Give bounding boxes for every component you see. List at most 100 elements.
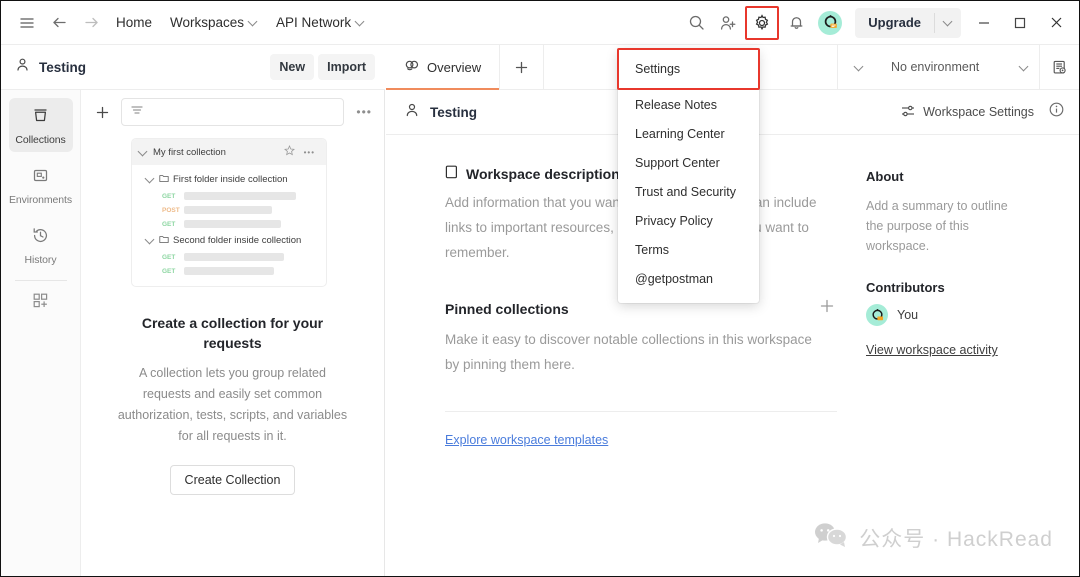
workspace-person-icon — [404, 102, 420, 123]
request-method: GET — [162, 267, 176, 275]
more-options-icon[interactable]: ••• — [352, 105, 376, 119]
back-arrow-icon[interactable] — [43, 7, 75, 39]
star-icon — [283, 144, 295, 159]
menu-item-support-center[interactable]: Support Center — [618, 149, 759, 178]
postman-app-window: Home Workspaces API Network Upgrade Test… — [0, 0, 1080, 577]
sidebar-item-collections[interactable]: Collections — [8, 98, 73, 152]
menu-item-getpostman[interactable]: @getpostman — [618, 265, 759, 294]
hamburger-icon[interactable] — [11, 7, 43, 39]
content-divider — [445, 411, 837, 412]
forward-arrow-icon[interactable] — [75, 7, 107, 39]
request-method: GET — [162, 192, 176, 200]
collection-illustration: My first collection ••• First folder ins… — [131, 138, 396, 287]
nav-workspaces-label: Workspaces — [170, 15, 245, 30]
workspace-header-actions: Workspace Settings — [900, 101, 1065, 123]
close-icon[interactable] — [1039, 6, 1073, 40]
contributor-name: You — [897, 308, 919, 322]
sidebar-header-buttons: New Import — [270, 54, 375, 80]
nav-home[interactable]: Home — [107, 11, 161, 34]
explore-workspace-templates-link[interactable]: Explore workspace templates — [445, 433, 608, 447]
illustration-folder: First folder inside collection — [138, 170, 320, 189]
chevron-down-icon — [146, 175, 155, 184]
workspace-title: Testing — [430, 104, 477, 120]
tab-overview[interactable]: Overview — [386, 45, 501, 90]
nav-api-network[interactable]: API Network — [267, 11, 374, 34]
sidebar-rail: Collections Environments History — [1, 90, 81, 576]
filter-icon — [130, 103, 144, 122]
new-button[interactable]: New — [270, 54, 315, 80]
sidebar-item-environments-label: Environments — [9, 194, 72, 206]
illustration-collection-name: My first collection — [153, 146, 226, 158]
chevron-down-icon — [139, 148, 148, 157]
empty-state-body: A collection lets you group related requ… — [117, 366, 348, 443]
sidebar-header: Testing New Import — [1, 45, 385, 90]
environment-quick-look-icon[interactable] — [1039, 45, 1079, 89]
overview-icon — [404, 58, 420, 77]
maximize-icon[interactable] — [1003, 6, 1037, 40]
illustration-request: GET — [138, 189, 320, 203]
new-tab-button[interactable] — [500, 45, 545, 89]
request-method: GET — [162, 220, 176, 228]
history-icon — [31, 226, 50, 250]
menu-item-privacy-policy[interactable]: Privacy Policy — [618, 207, 759, 236]
menu-item-release-notes[interactable]: Release Notes — [618, 91, 759, 120]
illustration-collection-header: My first collection ••• — [132, 139, 326, 165]
about-title: About — [866, 169, 904, 184]
upgrade-chevron-down-icon[interactable] — [935, 18, 961, 27]
sidebar-workspace-name: Testing — [39, 59, 86, 75]
import-button[interactable]: Import — [318, 54, 375, 80]
contributors-title: Contributors — [866, 280, 945, 295]
window-titlebar: Home Workspaces API Network Upgrade — [1, 1, 1079, 45]
minimize-icon[interactable] — [967, 6, 1001, 40]
avatar[interactable] — [818, 10, 843, 35]
menu-item-terms[interactable]: Terms — [618, 236, 759, 265]
about-body: Add a summary to outline the purpose of … — [866, 199, 1008, 253]
chevron-down-icon — [356, 18, 365, 27]
menu-item-trust-and-security[interactable]: Trust and Security — [618, 178, 759, 207]
document-icon — [445, 165, 458, 182]
add-module-icon[interactable] — [1, 291, 80, 310]
illustration-card: My first collection ••• First folder ins… — [131, 138, 327, 287]
nav-home-label: Home — [116, 15, 153, 30]
nav-workspaces[interactable]: Workspaces — [161, 11, 267, 34]
view-workspace-activity-link[interactable]: View workspace activity — [866, 343, 998, 357]
collection-icon — [31, 106, 50, 130]
sidebar-item-collections-label: Collections — [15, 134, 66, 146]
create-collection-button[interactable]: Create Collection — [169, 465, 296, 495]
upgrade-label: Upgrade — [868, 15, 921, 30]
settings-menu-highlight-box — [617, 48, 760, 90]
request-name-placeholder — [184, 192, 296, 200]
menu-item-learning-center[interactable]: Learning Center — [618, 120, 759, 149]
empty-state-title: Create a collection for your requests — [141, 315, 324, 351]
request-name-placeholder — [184, 206, 272, 214]
environment-selector[interactable]: No environment — [881, 45, 1039, 89]
sidebar-item-history[interactable]: History — [9, 218, 73, 272]
environment-selected-label: No environment — [891, 60, 980, 74]
info-icon[interactable] — [1048, 101, 1065, 123]
request-name-placeholder — [184, 220, 281, 228]
illustration-folder-name: Second folder inside collection — [173, 235, 302, 246]
bell-icon[interactable] — [781, 8, 811, 38]
pinned-add-icon[interactable] — [819, 298, 835, 319]
workspace-settings-button[interactable]: Workspace Settings — [900, 103, 1034, 122]
tab-overview-label: Overview — [427, 59, 482, 75]
tab-list-chevron-down-icon[interactable] — [837, 45, 881, 89]
environment-icon — [31, 166, 50, 190]
search-input[interactable] — [121, 98, 345, 126]
upgrade-button[interactable]: Upgrade — [855, 7, 961, 38]
chevron-down-icon — [146, 236, 155, 245]
search-icon[interactable] — [681, 8, 711, 38]
collections-empty-state: Create a collection for your requests A … — [118, 313, 348, 495]
sidebar-item-environments[interactable]: Environments — [9, 158, 73, 212]
illustration-request: POST — [138, 203, 320, 217]
plus-icon[interactable] — [91, 101, 113, 123]
request-name-placeholder — [184, 253, 284, 261]
sidebar-item-history-label: History — [24, 254, 57, 266]
settings-gear-button[interactable] — [745, 5, 780, 40]
about-panel: About Add a summary to outline the purpo… — [856, 135, 1066, 576]
folder-icon — [159, 234, 169, 247]
sliders-icon — [900, 103, 916, 122]
invite-user-icon[interactable] — [713, 8, 743, 38]
workspace-description-title-label: Workspace description — [466, 165, 620, 182]
request-method: GET — [162, 253, 176, 261]
